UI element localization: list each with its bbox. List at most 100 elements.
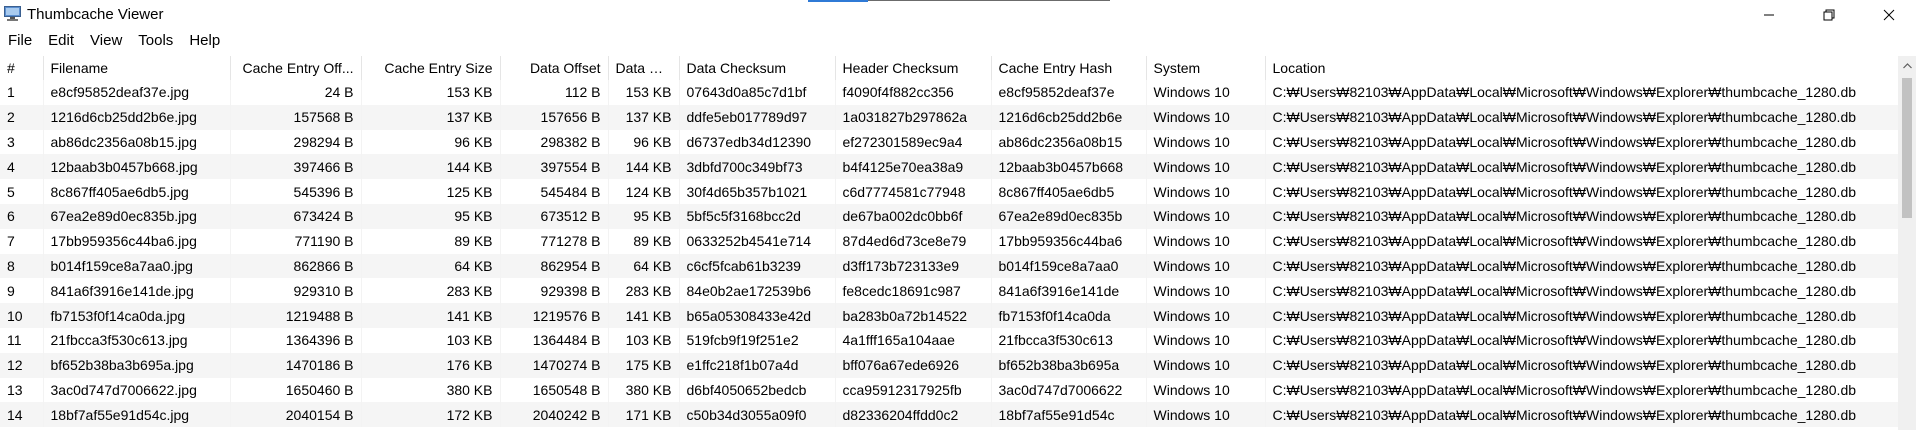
scrollbar-thumb[interactable]: [1902, 78, 1912, 218]
row-location: C:₩Users₩82103₩AppData₩Local₩Microsoft₩W…: [1265, 278, 1898, 304]
col-header-cache-entry-offset[interactable]: Cache Entry Off...: [230, 56, 362, 80]
row-cache-entry-hash: bf652b38ba3b695a: [991, 352, 1147, 378]
row-data-checksum: d6737edb34d12390: [679, 129, 836, 155]
menu-help[interactable]: Help: [181, 31, 228, 51]
col-header-cache-entry-hash[interactable]: Cache Entry Hash: [991, 56, 1147, 80]
table-row[interactable]: 9 841a6f3916e141de.jpg 929310 B 283 KB 92939…: [0, 278, 1898, 304]
row-data-offset: 298382 B: [500, 129, 609, 155]
row-filename: 8c867ff405ae6db5.jpg: [43, 179, 231, 204]
menu-edit[interactable]: Edit: [40, 31, 82, 51]
row-cache-entry-size: 95 KB: [361, 203, 501, 229]
col-header-index[interactable]: #: [0, 56, 44, 80]
row-data-size: 144 KB: [608, 154, 680, 180]
close-button[interactable]: [1866, 0, 1912, 30]
row-data-size: 380 KB: [608, 377, 680, 403]
row-data-checksum: 07643d0a85c7d1bf: [679, 80, 836, 105]
row-location: C:₩Users₩82103₩AppData₩Local₩Microsoft₩W…: [1265, 179, 1898, 204]
col-header-location[interactable]: Location: [1265, 56, 1898, 80]
row-header-checksum: bff076a67ede6926: [835, 352, 992, 378]
row-cache-entry-size: 380 KB: [361, 377, 501, 403]
row-index: 5: [0, 179, 44, 204]
row-header-checksum: 4a1fff165a104aae: [835, 327, 992, 353]
restore-button[interactable]: [1806, 0, 1852, 30]
row-filename: 3ac0d747d7006622.jpg: [43, 377, 231, 403]
row-system: Windows 10: [1146, 203, 1266, 229]
title-accent-strip: [808, 0, 868, 2]
row-index: 10: [0, 303, 44, 328]
table-row[interactable]: 12 bf652b38ba3b695a.jpg 1470186 B 176 KB 147…: [0, 352, 1898, 378]
row-cache-entry-hash: ab86dc2356a08b15: [991, 129, 1147, 155]
menu-view[interactable]: View: [82, 31, 130, 51]
title-accent-line: [868, 0, 1110, 1]
col-header-data-checksum[interactable]: Data Checksum: [679, 56, 836, 80]
row-cache-entry-hash: 841a6f3916e141de: [991, 278, 1147, 304]
row-header-checksum: b4f4125e70ea38a9: [835, 154, 992, 180]
restore-icon: [1823, 9, 1835, 21]
table-row[interactable]: 1 e8cf95852deaf37e.jpg 24 B 153 KB 112 B 153 …: [0, 80, 1898, 105]
row-cache-entry-size: 144 KB: [361, 154, 501, 180]
row-cache-entry-size: 176 KB: [361, 352, 501, 378]
thumbcache-list[interactable]: # Filename Cache Entry Off... Cache Entr…: [0, 56, 1898, 430]
row-cache-entry-offset: 24 B: [230, 80, 362, 105]
menu-tools[interactable]: Tools: [130, 31, 181, 51]
row-header-checksum: ef272301589ec9a4: [835, 129, 992, 155]
row-cache-entry-size: 96 KB: [361, 129, 501, 155]
minimize-button[interactable]: [1746, 0, 1792, 30]
row-data-offset: 673512 B: [500, 203, 609, 229]
col-header-system[interactable]: System: [1146, 56, 1266, 80]
col-header-filename[interactable]: Filename: [43, 56, 231, 80]
col-header-data-offset[interactable]: Data Offset: [500, 56, 609, 80]
menu-file[interactable]: File: [0, 31, 40, 51]
row-cache-entry-size: 64 KB: [361, 253, 501, 279]
row-data-checksum: ddfe5eb017789d97: [679, 104, 836, 130]
col-header-data-size[interactable]: Data Size: [608, 56, 680, 80]
table-row[interactable]: 6 67ea2e89d0ec835b.jpg 673424 B 95 KB 673512…: [0, 203, 1898, 229]
row-location: C:₩Users₩82103₩AppData₩Local₩Microsoft₩W…: [1265, 377, 1898, 403]
row-data-offset: 771278 B: [500, 228, 609, 254]
table-row[interactable]: 5 8c867ff405ae6db5.jpg 545396 B 125 KB 54548…: [0, 179, 1898, 204]
row-data-offset: 1650548 B: [500, 377, 609, 403]
row-cache-entry-offset: 1364396 B: [230, 327, 362, 353]
row-location: C:₩Users₩82103₩AppData₩Local₩Microsoft₩W…: [1265, 104, 1898, 130]
table-row[interactable]: 8 b014f159ce8a7aa0.jpg 862866 B 64 KB 862954…: [0, 253, 1898, 279]
row-cache-entry-hash: 21fbcca3f530c613: [991, 327, 1147, 353]
col-header-cache-entry-size[interactable]: Cache Entry Size: [361, 56, 501, 80]
row-filename: 12baab3b0457b668.jpg: [43, 154, 231, 180]
row-index: 11: [0, 327, 44, 353]
row-data-offset: 929398 B: [500, 278, 609, 304]
row-cache-entry-hash: 18bf7af55e91d54c: [991, 402, 1147, 428]
table-row[interactable]: 7 17bb959356c44ba6.jpg 771190 B 89 KB 771278…: [0, 228, 1898, 254]
row-index: 13: [0, 377, 44, 403]
table-row[interactable]: 11 21fbcca3f530c613.jpg 1364396 B 103 KB 136…: [0, 327, 1898, 353]
row-cache-entry-size: 153 KB: [361, 80, 501, 105]
scroll-up-button[interactable]: [1898, 56, 1916, 74]
col-header-header-checksum[interactable]: Header Checksum: [835, 56, 992, 80]
row-system: Windows 10: [1146, 352, 1266, 378]
scroll-up-arrow-icon: [1902, 56, 1912, 74]
row-data-checksum: c6cf5fcab61b3239: [679, 253, 836, 279]
row-data-offset: 1364484 B: [500, 327, 609, 353]
row-index: 7: [0, 228, 44, 254]
row-location: C:₩Users₩82103₩AppData₩Local₩Microsoft₩W…: [1265, 129, 1898, 155]
row-cache-entry-hash: 1216d6cb25dd2b6e: [991, 104, 1147, 130]
row-cache-entry-size: 172 KB: [361, 402, 501, 428]
table-row[interactable]: 14 18bf7af55e91d54c.jpg 2040154 B 172 KB 204…: [0, 402, 1898, 428]
row-system: Windows 10: [1146, 154, 1266, 180]
row-filename: b014f159ce8a7aa0.jpg: [43, 253, 231, 279]
row-cache-entry-hash: e8cf95852deaf37e: [991, 80, 1147, 105]
table-row[interactable]: 2 1216d6cb25dd2b6e.jpg 157568 B 137 KB 15765…: [0, 104, 1898, 130]
table-row[interactable]: 4 12baab3b0457b668.jpg 397466 B 144 KB 39755…: [0, 154, 1898, 180]
table-row[interactable]: 13 3ac0d747d7006622.jpg 1650460 B 380 KB 165…: [0, 377, 1898, 403]
row-cache-entry-size: 283 KB: [361, 278, 501, 304]
row-cache-entry-size: 137 KB: [361, 104, 501, 130]
table-row[interactable]: 10 fb7153f0f14ca0da.jpg 1219488 B 141 KB 121…: [0, 303, 1898, 328]
vertical-scrollbar[interactable]: [1898, 56, 1916, 430]
row-data-checksum: 84e0b2ae172539b6: [679, 278, 836, 304]
row-system: Windows 10: [1146, 253, 1266, 279]
row-data-checksum: 0633252b4541e714: [679, 228, 836, 254]
table-row[interactable]: 3 ab86dc2356a08b15.jpg 298294 B 96 KB 298382…: [0, 129, 1898, 155]
row-cache-entry-offset: 1470186 B: [230, 352, 362, 378]
row-index: 8: [0, 253, 44, 279]
thumbcache-app-icon: [4, 6, 21, 21]
row-system: Windows 10: [1146, 104, 1266, 130]
